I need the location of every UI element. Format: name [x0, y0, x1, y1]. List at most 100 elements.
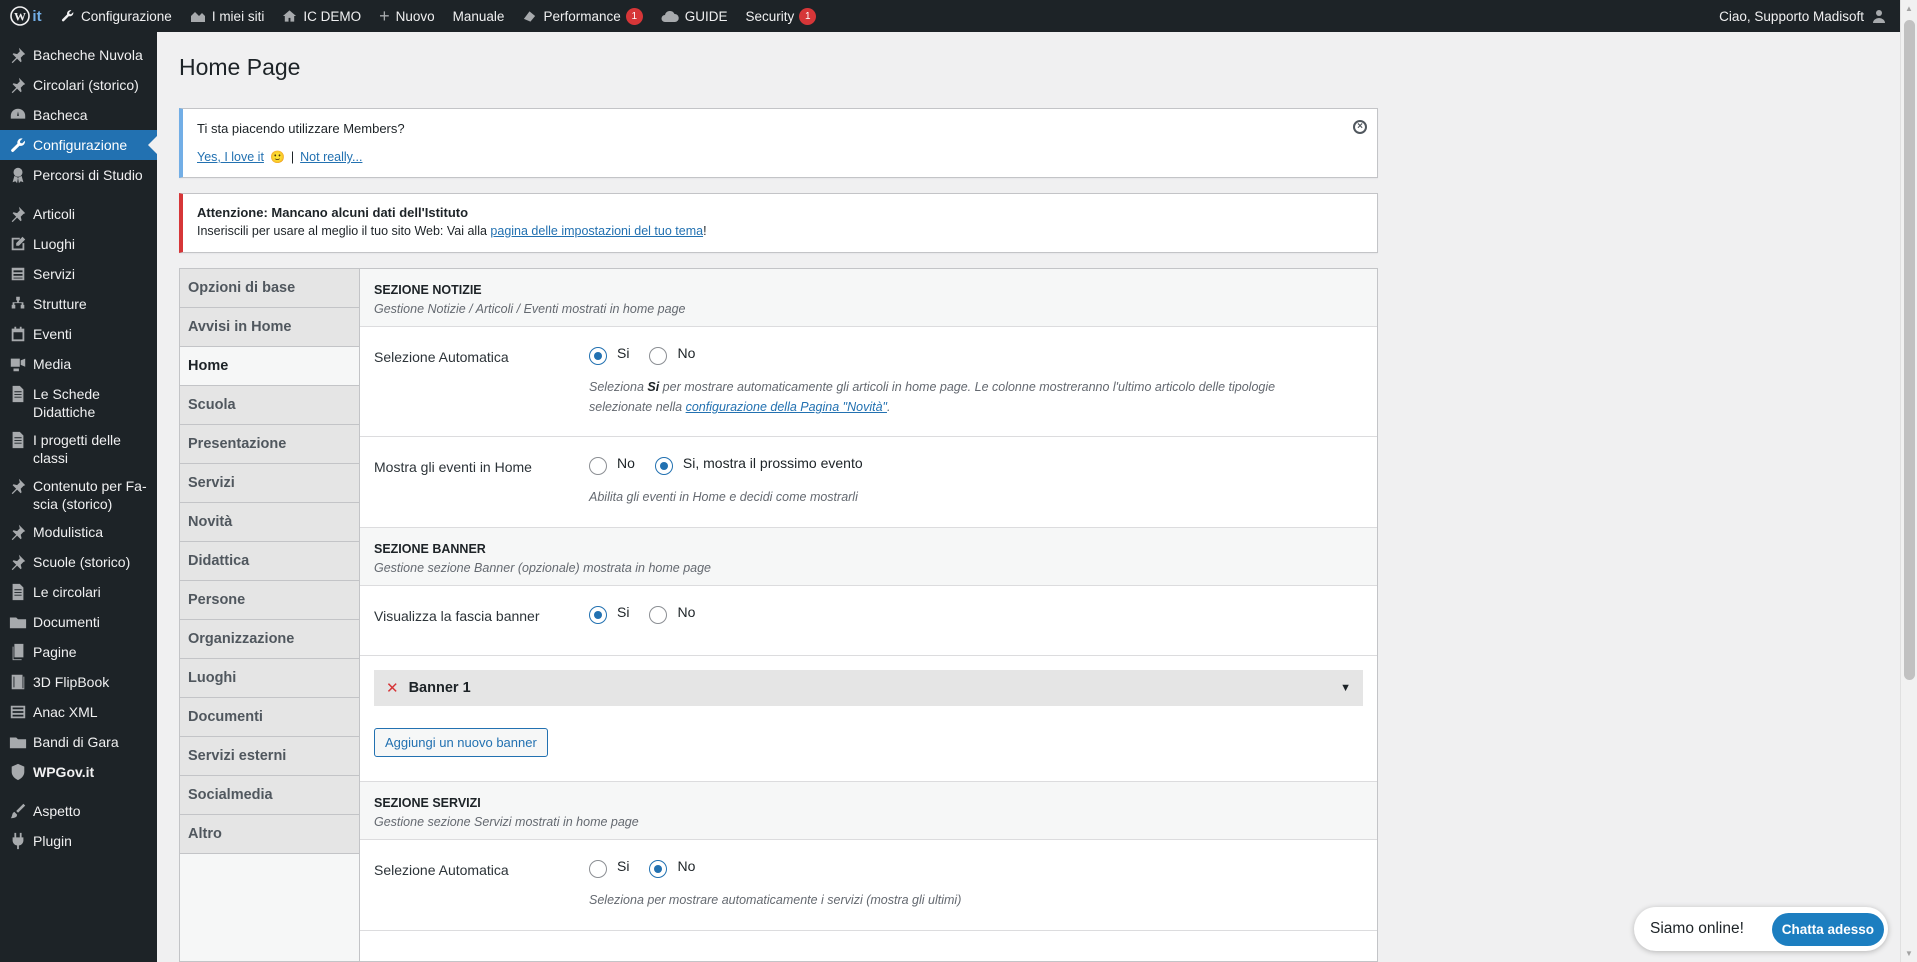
- page-scrollbar[interactable]: ▲ ▼: [1900, 0, 1917, 962]
- adminbar-manuale[interactable]: Manuale: [444, 0, 514, 32]
- love-it-link[interactable]: Yes, I love it: [197, 150, 264, 164]
- folder-icon: [8, 732, 28, 752]
- radio-option-si[interactable]: Si: [589, 341, 629, 365]
- pin-icon: [8, 552, 28, 572]
- adminbar-new[interactable]: + Nuovo: [370, 0, 444, 32]
- adminbar-my-sites[interactable]: I miei siti: [181, 0, 274, 32]
- tab-scuola[interactable]: Scuola: [180, 386, 359, 425]
- notizie-auto-radios: Si No: [589, 341, 1363, 365]
- chat-now-button[interactable]: Chatta adesso: [1771, 912, 1884, 946]
- radio-button[interactable]: [589, 606, 607, 624]
- tab-altro[interactable]: Altro: [180, 815, 359, 854]
- adminbar-configurazione[interactable]: Configurazione: [52, 0, 181, 32]
- sidebar-item-servizi[interactable]: Servizi: [0, 259, 157, 289]
- admin-bar: W it Configurazione I miei siti IC DEMO …: [0, 0, 1900, 32]
- radio-button[interactable]: [649, 860, 668, 878]
- sidebar-item-3d-flipbook[interactable]: 3D FlipBook: [0, 667, 157, 697]
- not-really-link[interactable]: Not really...: [300, 150, 362, 164]
- radio-button[interactable]: [589, 457, 607, 475]
- sidebar-item-anac-xml[interactable]: Anac XML: [0, 697, 157, 727]
- sidebar-item-percorsi-di-studio[interactable]: Percorsi di Studio: [0, 160, 157, 190]
- wordpress-logo[interactable]: W it: [0, 0, 52, 32]
- tab-documenti[interactable]: Documenti: [180, 698, 359, 737]
- scrollbar-thumb[interactable]: [1904, 20, 1915, 680]
- radio-option-si-prossimo[interactable]: Si, mostra il prossimo evento: [654, 451, 863, 475]
- page-icon: [8, 642, 28, 662]
- radio-option-no[interactable]: No: [589, 451, 635, 475]
- sidebar-item-documenti[interactable]: Documenti: [0, 607, 157, 637]
- help-bold: Si: [647, 380, 660, 394]
- sidebar-item-pagine[interactable]: Pagine: [0, 637, 157, 667]
- notizie-auto-row: Selezione Automatica Si No Seleziona Si …: [360, 327, 1377, 437]
- banner-item[interactable]: ✕ Banner 1 ▼: [374, 670, 1363, 706]
- tab-luoghi[interactable]: Luoghi: [180, 659, 359, 698]
- sidebar-item-eventi[interactable]: Eventi: [0, 319, 157, 349]
- adminbar-site-name[interactable]: IC DEMO: [273, 0, 370, 32]
- sidebar-item-bandi-di-gara[interactable]: Bandi di Gara: [0, 727, 157, 757]
- link-separator: |: [290, 150, 295, 164]
- theme-settings-link[interactable]: pagina delle impostazioni del tuo tema: [490, 224, 703, 238]
- tab-avvisi-in-home[interactable]: Avvisi in Home: [180, 308, 359, 347]
- add-banner-button[interactable]: Aggiungi un nuovo banner: [374, 728, 548, 757]
- tab-didattica[interactable]: Didattica: [180, 542, 359, 581]
- sidebar-item-scuole-storico[interactable]: Scuole (storico): [0, 547, 157, 577]
- tab-organizzazione[interactable]: Organizzazione: [180, 620, 359, 659]
- sidebar-item-label: Bandi di Gara: [33, 734, 119, 750]
- scroll-up-icon[interactable]: ▲: [1905, 4, 1913, 13]
- sidebar-item-modulistica[interactable]: Modulistica: [0, 517, 157, 547]
- radio-option-no[interactable]: No: [649, 600, 695, 624]
- adminbar-performance[interactable]: Performance 1: [513, 0, 651, 32]
- sidebar-item-media[interactable]: Media: [0, 349, 157, 379]
- remove-icon[interactable]: ✕: [386, 679, 399, 697]
- radio-option-si[interactable]: Si: [589, 600, 629, 624]
- chevron-down-icon[interactable]: ▼: [1340, 682, 1351, 694]
- sidebar-item-bacheche-nuvola[interactable]: Bacheche Nuvola: [0, 40, 157, 70]
- sidebar-item-label: Articoli: [33, 206, 76, 222]
- sidebar-item-bacheca[interactable]: Bacheca: [0, 100, 157, 130]
- adminbar-label: Security: [745, 8, 795, 24]
- tab-opzioni-di-base[interactable]: Opzioni di base: [180, 269, 359, 308]
- adminbar-account[interactable]: Ciao, Supporto Madisoft: [1710, 0, 1900, 32]
- radio-button[interactable]: [649, 347, 668, 365]
- scroll-down-icon[interactable]: ▼: [1905, 949, 1913, 958]
- tab-socialmedia[interactable]: Socialmedia: [180, 776, 359, 815]
- notice-text-after: !: [703, 224, 707, 238]
- radio-button[interactable]: [589, 347, 607, 365]
- radio-button[interactable]: [654, 457, 673, 475]
- radio-button[interactable]: [589, 860, 607, 878]
- tab-home[interactable]: Home: [180, 347, 359, 386]
- sidebar-item-circolari-storico[interactable]: Circolari (storico): [0, 70, 157, 100]
- sidebar-item-wpgov-it[interactable]: WPGov.it: [0, 757, 157, 787]
- settings-tabs: Opzioni di base Avvisi in Home Home Scuola P…: [180, 269, 360, 961]
- adminbar-guide[interactable]: GUIDE: [652, 0, 737, 32]
- dismiss-icon[interactable]: ×: [1353, 120, 1367, 134]
- tab-presentazione[interactable]: Presentazione: [180, 425, 359, 464]
- radio-button[interactable]: [649, 606, 668, 624]
- sidebar-item-strutture[interactable]: Strutture: [0, 289, 157, 319]
- radio-option-no[interactable]: No: [649, 854, 695, 878]
- sidebar-item-articoli[interactable]: Articoli: [0, 199, 157, 229]
- help-text: Seleziona: [589, 380, 648, 394]
- servizi-radios: Si No: [589, 854, 1363, 878]
- sidebar-item-contenuto-per-fa-scia-storico[interactable]: Contenuto per Fa-scia (storico): [0, 471, 157, 517]
- tab-servizi-esterni[interactable]: Servizi esterni: [180, 737, 359, 776]
- sidebar-item-luoghi[interactable]: Luoghi: [0, 229, 157, 259]
- tab-persone[interactable]: Persone: [180, 581, 359, 620]
- sidebar-item-le-circolari[interactable]: Le circolari: [0, 577, 157, 607]
- novita-config-link[interactable]: configurazione della Pagina "Novità": [686, 400, 887, 414]
- gauge-icon: [522, 9, 537, 23]
- tab-servizi[interactable]: Servizi: [180, 464, 359, 503]
- sidebar-item-aspetto[interactable]: Aspetto: [0, 796, 157, 826]
- banner-radios: Si No: [589, 600, 1363, 624]
- sidebar-item-configurazione[interactable]: Configurazione: [0, 130, 157, 160]
- radio-option-si[interactable]: Si: [589, 854, 629, 878]
- tab-novit[interactable]: Novità: [180, 503, 359, 542]
- sidebar-item-i-progetti-delle-classi[interactable]: I progetti delle classi: [0, 425, 157, 471]
- radio-option-no[interactable]: No: [649, 341, 695, 365]
- sidebar-item-plugin[interactable]: Plugin: [0, 826, 157, 856]
- sidebar-item-label: Documenti: [33, 614, 100, 630]
- sidebar-item-le-schede-didattiche[interactable]: Le Schede Didattiche: [0, 379, 157, 425]
- sidebar-item-label: Aspetto: [33, 803, 81, 819]
- banner-title: Banner 1: [408, 680, 471, 696]
- adminbar-security[interactable]: Security 1: [737, 0, 826, 32]
